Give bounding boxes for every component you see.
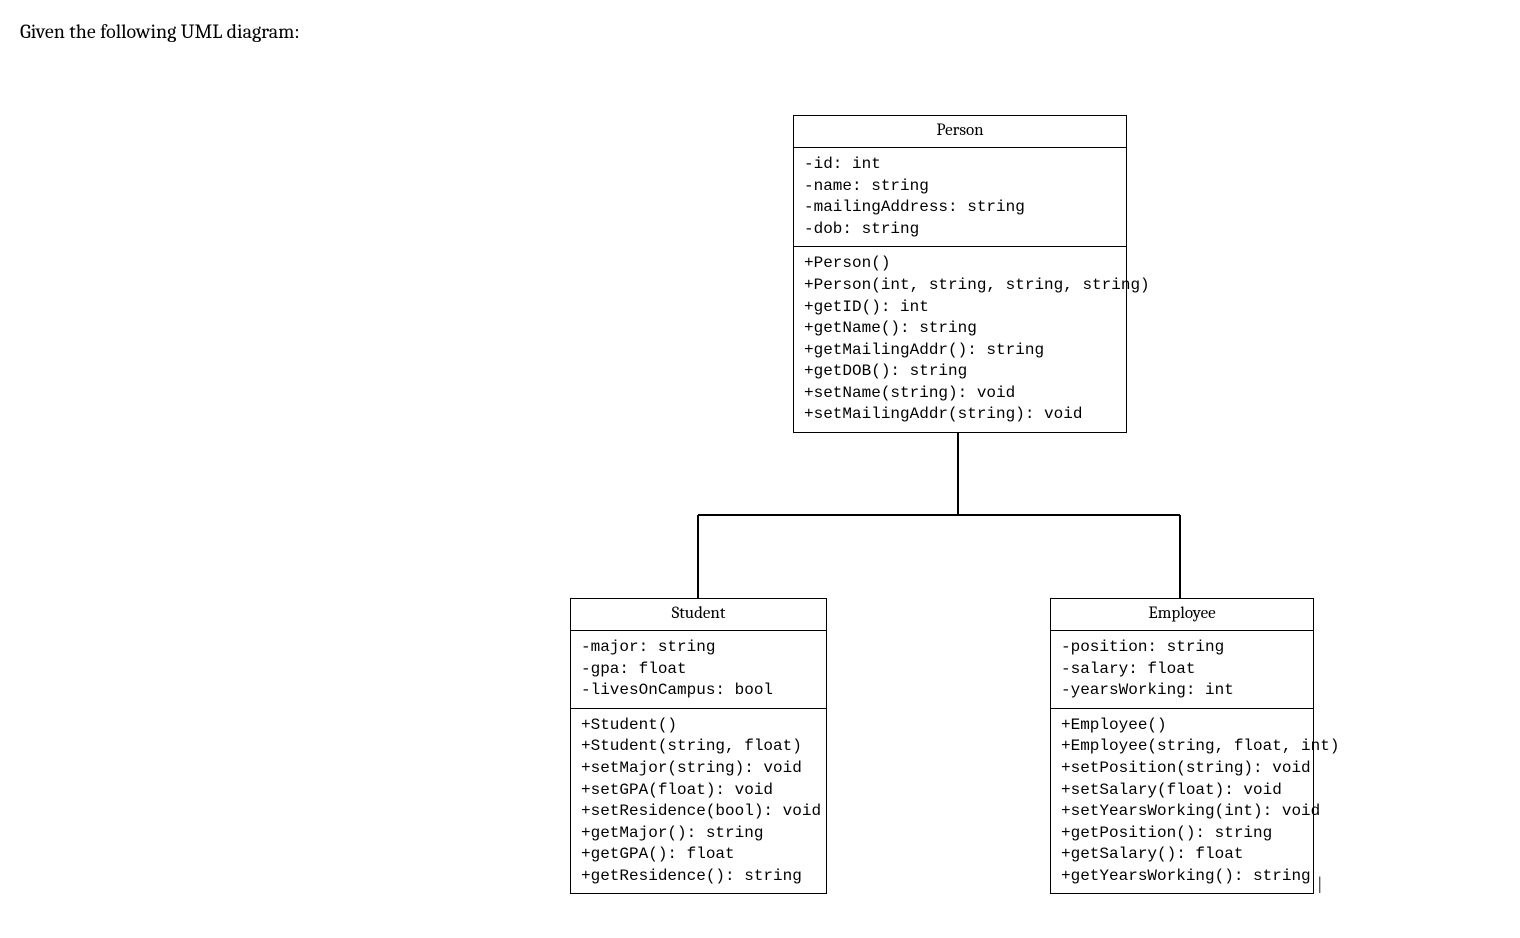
class-name-employee: Employee (1051, 599, 1313, 631)
employee-attributes: -position: string -salary: float -yearsW… (1051, 631, 1313, 709)
uml-class-student: Student -major: string -gpa: float -live… (570, 598, 827, 894)
class-name-student: Student (571, 599, 826, 631)
uml-diagram: Person -id: int -name: string -mailingAd… (20, 73, 1500, 923)
text-cursor: | (1318, 873, 1322, 894)
uml-class-person: Person -id: int -name: string -mailingAd… (793, 115, 1127, 433)
student-methods: +Student() +Student(string, float) +setM… (571, 709, 826, 894)
person-attributes: -id: int -name: string -mailingAddress: … (794, 148, 1126, 247)
prompt-text: Given the following UML diagram: (20, 20, 1500, 43)
employee-methods: +Employee() +Employee(string, float, int… (1051, 709, 1313, 894)
student-attributes: -major: string -gpa: float -livesOnCampu… (571, 631, 826, 709)
class-name-person: Person (794, 116, 1126, 148)
person-methods: +Person() +Person(int, string, string, s… (794, 247, 1126, 432)
uml-class-employee: Employee -position: string -salary: floa… (1050, 598, 1314, 894)
